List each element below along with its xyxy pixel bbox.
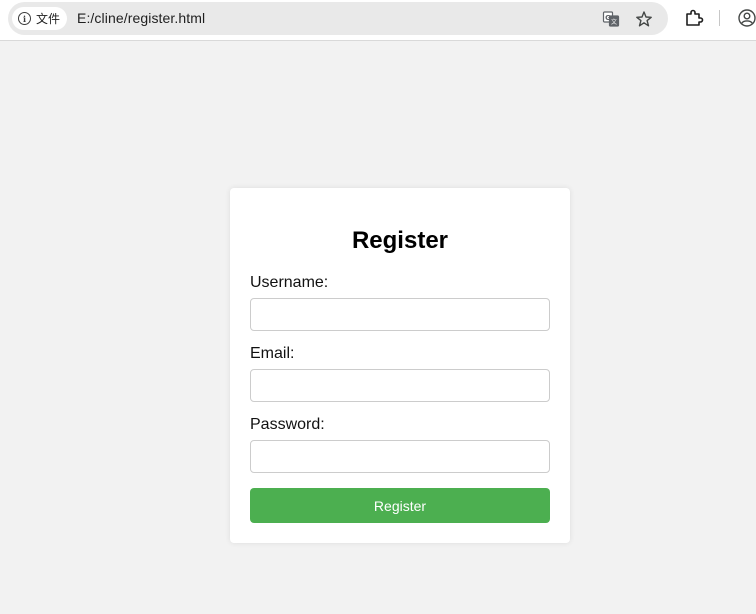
address-bar[interactable]: i 文件 E:/cline/register.html G 文 (8, 2, 668, 35)
site-info-chip[interactable]: i 文件 (12, 7, 68, 30)
password-input[interactable] (250, 440, 550, 473)
translate-icon[interactable]: G 文 (602, 10, 620, 28)
url-text[interactable]: E:/cline/register.html (77, 10, 205, 26)
email-label: Email: (250, 345, 295, 362)
toolbar-divider (719, 10, 720, 26)
bookmark-star-icon[interactable] (635, 10, 653, 28)
username-label: Username: (250, 274, 329, 291)
password-label: Password: (250, 416, 325, 433)
extensions-icon[interactable] (684, 8, 704, 28)
svg-text:文: 文 (611, 18, 617, 26)
profile-icon[interactable] (737, 8, 756, 28)
browser-toolbar: i 文件 E:/cline/register.html G 文 (0, 0, 756, 41)
email-input[interactable] (250, 369, 550, 402)
info-icon: i (18, 12, 31, 25)
register-card: Register Username: Email: Password: Regi… (230, 188, 570, 543)
username-input[interactable] (250, 298, 550, 331)
register-button[interactable]: Register (250, 488, 550, 523)
page-title: Register (351, 227, 449, 254)
site-info-label: 文件 (36, 12, 61, 26)
